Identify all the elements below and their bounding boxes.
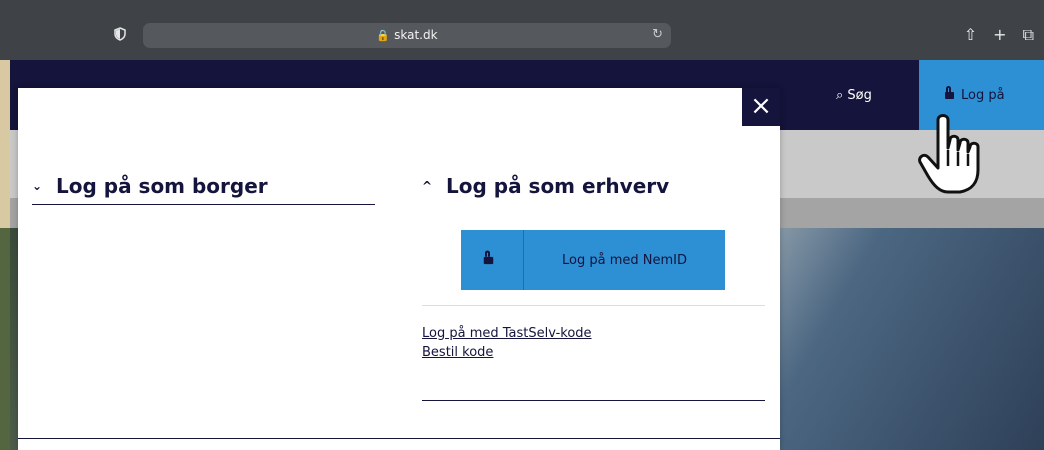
borger-section[interactable]: ⌄ Log på som borger [32, 174, 375, 205]
shield-icon[interactable] [113, 27, 127, 41]
unlock-icon [483, 250, 494, 264]
tastselv-link[interactable]: Log på med TastSelv-kode [422, 324, 592, 343]
close-icon: × [750, 91, 772, 121]
order-code-link[interactable]: Bestil kode [422, 343, 592, 362]
divider [18, 438, 780, 439]
background-photo-edge [0, 228, 10, 450]
browser-toolbar: 🔒 skat.dk ↻ ⇧ + ⧉ [0, 0, 1044, 60]
close-button[interactable]: × [742, 88, 780, 126]
nemid-button-label: Log på med NemID [562, 252, 687, 268]
erhverv-section[interactable]: ^ Log på som erhverv [422, 174, 765, 204]
erhverv-title: Log på som erhverv [446, 174, 670, 198]
share-icon[interactable]: ⇧ [964, 25, 977, 45]
search-icon: ⌕ [836, 88, 844, 103]
plus-icon[interactable]: + [993, 25, 1006, 45]
divider [422, 305, 765, 306]
tabs-icon[interactable]: ⧉ [1023, 25, 1034, 45]
nemid-login-button[interactable]: Log på med NemID [461, 230, 725, 290]
divider [422, 400, 765, 401]
search-label: Søg [847, 88, 872, 103]
chevron-down-icon: ⌄ [32, 179, 43, 193]
login-modal: × ⌄ Log på som borger ^ Log på som erhve… [18, 88, 780, 450]
reload-icon[interactable]: ↻ [652, 27, 663, 42]
address-bar[interactable]: 🔒 skat.dk ↻ [143, 23, 671, 48]
chevron-up-icon: ^ [422, 179, 433, 193]
borger-title: Log på som borger [56, 174, 268, 198]
lock-icon: 🔒 [376, 29, 391, 42]
login-label: Log på [961, 88, 1005, 103]
unlock-icon [945, 86, 954, 99]
login-links: Log på med TastSelv-kode Bestil kode [422, 324, 592, 362]
pointer-hand-icon [918, 114, 980, 194]
url-text: skat.dk [394, 28, 438, 42]
search-link[interactable]: ⌕ Søg [836, 88, 872, 103]
